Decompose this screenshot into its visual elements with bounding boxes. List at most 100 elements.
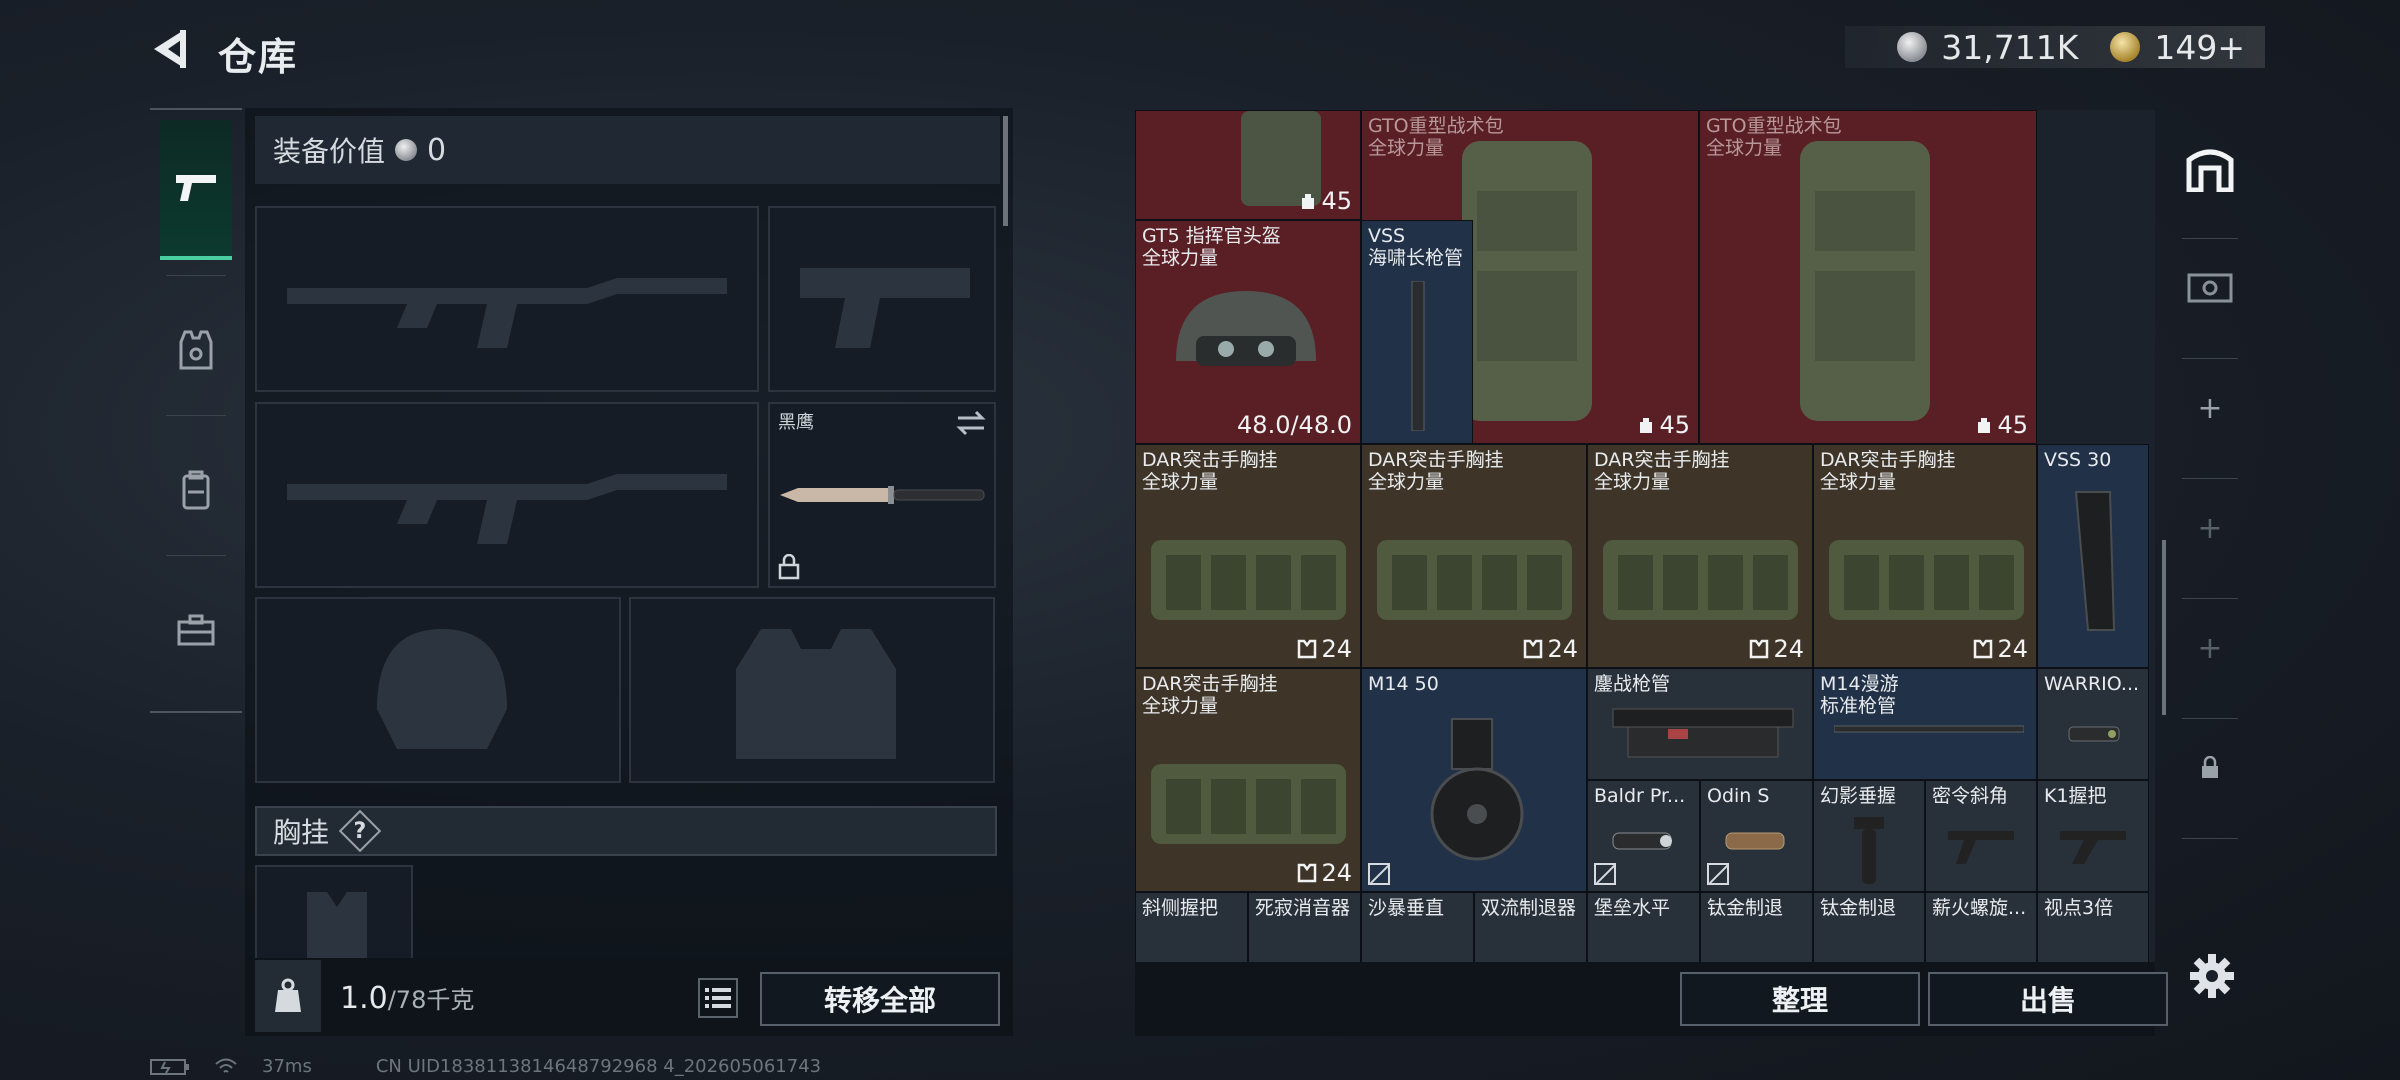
swap-icon[interactable] [956,410,986,436]
pistol-icon [176,175,216,201]
item-name: DAR突击手胸挂 全球力量 [1820,449,1956,493]
page-title: 仓库 [218,35,299,79]
item-count: 45 [1975,411,2028,439]
handguard-item-icon [1612,708,1794,758]
item-cell[interactable]: 沙暴垂直 [1361,892,1474,962]
item-cell[interactable]: 45 [1135,110,1361,220]
item-name: 沙暴垂直 [1368,897,1445,919]
warehouse-scrollbar[interactable] [2162,540,2166,715]
plus-icon: + [2197,630,2223,666]
gear-icon[interactable] [2188,952,2236,1000]
item-cell-chest-rig[interactable]: DAR突击手胸挂 全球力量 24 [1813,444,2037,668]
battery-icon [150,1058,189,1075]
chest-rig-item-icon [1829,540,2024,620]
item-cell[interactable]: 死寂消音器 [1248,892,1361,962]
backpack-item-icon [1800,141,1930,421]
backpack-item-icon [1462,141,1592,421]
chest-rig-item-icon [1151,540,1346,620]
item-name: Odin S [1707,785,1770,807]
warehouse-grid: 45 GTO重型战术包 全球力量 45 GTO重型战术包 全球力量 45 GT5… [1135,110,2155,962]
item-cell[interactable]: 斜侧握把 [1135,892,1248,962]
item-durability: 48.0/48.0 [1237,411,1352,439]
carry-weight: 1.0/78千克 [340,980,474,1016]
rail-home[interactable] [2170,118,2250,218]
item-cell-handguard[interactable]: 鏖战枪管 [1587,668,1813,780]
silver-coin-icon [1897,32,1928,62]
loadout-scrollbar[interactable] [1003,116,1008,226]
item-cell-gto-backpack[interactable]: GTO重型战术包 全球力量 45 [1699,110,2037,444]
item-cell-grip[interactable]: 幻影垂握 [1813,780,1925,892]
melee-slot[interactable]: 黑鹰 [768,402,996,588]
item-cell-chest-rig[interactable]: DAR突击手胸挂 全球力量 24 [1361,444,1587,668]
chest-rig-slot[interactable] [255,865,413,962]
plus-icon: + [2197,390,2223,426]
weight-lock-button[interactable] [255,960,321,1032]
item-cell-vss-barrel[interactable]: VSS 海啸长枪管 [1361,220,1473,444]
secondary-weapon-slot[interactable] [255,402,759,588]
tab-armor[interactable] [160,310,232,390]
item-cell-helmet[interactable]: GT5 指挥官头盔 全球力量 48.0/48.0 [1135,220,1361,444]
primary-weapon-slot[interactable] [255,206,759,392]
item-cell[interactable]: 薪火螺旋... [1925,892,2037,962]
item-name: 视点3倍 [2044,897,2114,919]
helmet-item-icon [1176,291,1316,366]
plus-icon: + [2197,510,2223,546]
item-name: 双流制退器 [1481,897,1577,919]
lock-icon [2202,756,2218,778]
wifi-icon [215,1058,237,1073]
gold-amount[interactable]: 149+ [2154,28,2245,67]
back-arrow-icon[interactable] [146,26,192,72]
list-view-button[interactable] [698,978,738,1018]
item-cell[interactable]: 双流制退器 [1474,892,1587,962]
item-count: 24 [1523,635,1578,663]
armor-slot[interactable] [629,597,995,783]
item-count: 24 [1297,635,1352,663]
item-cell-chest-rig[interactable]: DAR突击手胸挂 全球力量 24 [1587,444,1813,668]
item-cell-odin[interactable]: Odin S [1700,780,1813,892]
rail-add-3[interactable]: + [2170,598,2250,698]
tab-case[interactable] [160,590,232,670]
item-name: 死寂消音器 [1255,897,1351,919]
item-cell-warrior[interactable]: WARRIO... [2037,668,2149,780]
helmet-slot[interactable] [255,597,621,783]
sell-button[interactable]: 出售 [1928,972,2168,1026]
item-cell-baldr[interactable]: Baldr Pr... [1587,780,1700,892]
item-cell-m14-magazine[interactable]: M14 50 [1361,668,1587,892]
item-cell-vss-magazine[interactable]: VSS 30 [2037,444,2149,668]
tab-backpack[interactable] [160,450,232,530]
rail-add-2[interactable]: + [2170,478,2250,578]
item-cell-k1-grip[interactable]: K1握把 [2037,780,2149,892]
item-cell[interactable]: 视点3倍 [2037,892,2149,962]
pistol-slot[interactable] [768,206,996,392]
vest-icon [179,330,213,370]
capacity-icon [1640,418,1653,433]
stock-item-icon [2060,831,2126,864]
item-name: 鏖战枪管 [1594,673,1671,695]
item-cell[interactable]: 钛金制退 [1813,892,1925,962]
uid: CN UID1838113814648792968 4_202605061743 [375,1056,822,1077]
item-cell-chest-rig[interactable]: DAR突击手胸挂 全球力量 24 [1135,444,1361,668]
sort-button[interactable]: 整理 [1680,972,1920,1026]
flashlight-item-icon [1725,832,1785,850]
item-cell-m14-barrel[interactable]: M14漫游 标准枪管 [1813,668,2037,780]
item-cell[interactable]: 钛金制退 [1700,892,1813,962]
chest-rig-item-icon [1603,540,1798,620]
knife-name: 黑鹰 [778,412,814,433]
tab-weapons[interactable] [160,120,232,260]
equipment-value-amount: 0 [427,132,447,168]
weight-icon [275,978,301,1012]
knife-icon [780,486,985,504]
flashlight-item-icon [1612,832,1672,850]
not-compatible-icon [1368,863,1390,885]
rail-cash[interactable] [2170,238,2250,338]
item-cell-chest-rig[interactable]: DAR突击手胸挂 全球力量 24 [1135,668,1361,892]
angled-grip-item-icon [1948,831,2014,864]
item-cell-angled-grip[interactable]: 密令斜角 [1925,780,2037,892]
rail-add-1[interactable]: + [2170,358,2250,458]
item-name: M14 50 [1368,673,1439,695]
transfer-all-button[interactable]: 转移全部 [760,972,1000,1026]
backpack-icon [182,470,210,510]
drum-magazine-item-icon [1430,718,1524,861]
item-cell[interactable]: 堡垒水平 [1587,892,1700,962]
help-icon[interactable]: ? [338,809,382,853]
